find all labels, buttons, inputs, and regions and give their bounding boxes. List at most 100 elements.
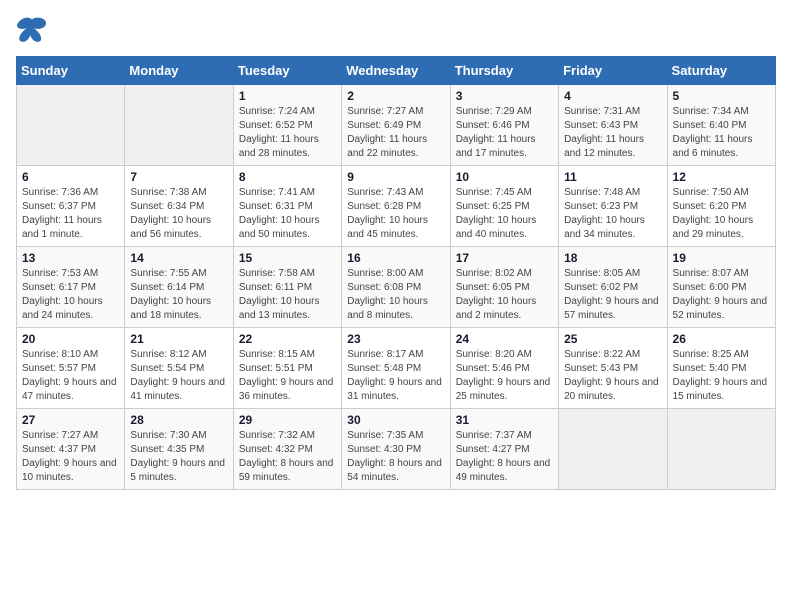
day-header-wednesday: Wednesday	[342, 57, 450, 85]
calendar-body: 1 Sunrise: 7:24 AM Sunset: 6:52 PM Daylig…	[17, 85, 776, 490]
calendar-cell: 20 Sunrise: 8:10 AM Sunset: 5:57 PM Dayli…	[17, 328, 125, 409]
day-number: 31	[456, 413, 553, 427]
calendar-cell	[17, 85, 125, 166]
calendar-cell: 27 Sunrise: 7:27 AM Sunset: 4:37 PM Dayli…	[17, 409, 125, 490]
calendar-cell: 1 Sunrise: 7:24 AM Sunset: 6:52 PM Daylig…	[233, 85, 341, 166]
day-number: 14	[130, 251, 227, 265]
day-info: Sunrise: 8:15 AM Sunset: 5:51 PM Dayligh…	[239, 348, 336, 404]
logo-bird-icon	[16, 16, 48, 44]
week-row-1: 1 Sunrise: 7:24 AM Sunset: 6:52 PM Daylig…	[17, 85, 776, 166]
calendar-cell: 29 Sunrise: 7:32 AM Sunset: 4:32 PM Dayli…	[233, 409, 341, 490]
day-info: Sunrise: 8:05 AM Sunset: 6:02 PM Dayligh…	[564, 267, 661, 323]
day-info: Sunrise: 8:07 AM Sunset: 6:00 PM Dayligh…	[673, 267, 770, 323]
day-number: 27	[22, 413, 119, 427]
calendar-cell: 17Sunrise: 8:02 AM Sunset: 6:05 PM Dayli…	[450, 247, 558, 328]
day-info: Sunrise: 7:27 AM Sunset: 4:37 PM Dayligh…	[22, 429, 119, 485]
day-header-monday: Monday	[125, 57, 233, 85]
day-info: Sunrise: 8:10 AM Sunset: 5:57 PM Dayligh…	[22, 348, 119, 404]
day-header-thursday: Thursday	[450, 57, 558, 85]
day-number: 4	[564, 89, 661, 103]
day-number: 2	[347, 89, 444, 103]
calendar-cell: 12Sunrise: 7:50 AM Sunset: 6:20 PM Dayli…	[667, 166, 775, 247]
calendar-cell: 16 Sunrise: 8:00 AM Sunset: 6:08 PM Dayli…	[342, 247, 450, 328]
day-number: 8	[239, 170, 336, 184]
day-info: Sunrise: 8:02 AM Sunset: 6:05 PM Dayligh…	[456, 267, 553, 323]
day-number: 26	[673, 332, 770, 346]
day-info: Sunrise: 7:35 AM Sunset: 4:30 PM Dayligh…	[347, 429, 444, 485]
day-header-tuesday: Tuesday	[233, 57, 341, 85]
day-number: 7	[130, 170, 227, 184]
day-number: 28	[130, 413, 227, 427]
calendar-cell: 6 Sunrise: 7:36 AM Sunset: 6:37 PM Daylig…	[17, 166, 125, 247]
calendar-cell: 26 Sunrise: 8:25 AM Sunset: 5:40 PM Dayli…	[667, 328, 775, 409]
day-number: 23	[347, 332, 444, 346]
day-number: 25	[564, 332, 661, 346]
day-number: 11	[564, 170, 661, 184]
day-info: Sunrise: 8:25 AM Sunset: 5:40 PM Dayligh…	[673, 348, 770, 404]
day-info: Sunrise: 7:45 AM Sunset: 6:25 PM Dayligh…	[456, 186, 553, 242]
day-number: 24	[456, 332, 553, 346]
calendar-cell: 24 Sunrise: 8:20 AM Sunset: 5:46 PM Dayli…	[450, 328, 558, 409]
day-number: 21	[130, 332, 227, 346]
calendar-cell: 11Sunrise: 7:48 AM Sunset: 6:23 PM Dayli…	[559, 166, 667, 247]
day-number: 22	[239, 332, 336, 346]
day-info: Sunrise: 8:00 AM Sunset: 6:08 PM Dayligh…	[347, 267, 444, 323]
calendar-cell: 23Sunrise: 8:17 AM Sunset: 5:48 PM Dayli…	[342, 328, 450, 409]
calendar-cell: 19 Sunrise: 8:07 AM Sunset: 6:00 PM Dayli…	[667, 247, 775, 328]
week-row-3: 13Sunrise: 7:53 AM Sunset: 6:17 PM Dayli…	[17, 247, 776, 328]
day-info: Sunrise: 7:50 AM Sunset: 6:20 PM Dayligh…	[673, 186, 770, 242]
calendar-cell: 4 Sunrise: 7:31 AM Sunset: 6:43 PM Daylig…	[559, 85, 667, 166]
day-header-saturday: Saturday	[667, 57, 775, 85]
day-info: Sunrise: 7:37 AM Sunset: 4:27 PM Dayligh…	[456, 429, 553, 485]
day-number: 29	[239, 413, 336, 427]
calendar-table: SundayMondayTuesdayWednesdayThursdayFrid…	[16, 56, 776, 490]
day-info: Sunrise: 7:43 AM Sunset: 6:28 PM Dayligh…	[347, 186, 444, 242]
calendar-header: SundayMondayTuesdayWednesdayThursdayFrid…	[17, 57, 776, 85]
week-row-2: 6 Sunrise: 7:36 AM Sunset: 6:37 PM Daylig…	[17, 166, 776, 247]
day-number: 16	[347, 251, 444, 265]
day-number: 3	[456, 89, 553, 103]
calendar-cell: 21 Sunrise: 8:12 AM Sunset: 5:54 PM Dayli…	[125, 328, 233, 409]
day-number: 5	[673, 89, 770, 103]
calendar-cell: 13Sunrise: 7:53 AM Sunset: 6:17 PM Dayli…	[17, 247, 125, 328]
calendar-cell: 18Sunrise: 8:05 AM Sunset: 6:02 PM Dayli…	[559, 247, 667, 328]
day-header-sunday: Sunday	[17, 57, 125, 85]
calendar-cell: 9 Sunrise: 7:43 AM Sunset: 6:28 PM Daylig…	[342, 166, 450, 247]
day-header-friday: Friday	[559, 57, 667, 85]
page-header	[16, 16, 776, 44]
day-info: Sunrise: 7:36 AM Sunset: 6:37 PM Dayligh…	[22, 186, 119, 242]
day-info: Sunrise: 7:30 AM Sunset: 4:35 PM Dayligh…	[130, 429, 227, 485]
calendar-cell: 25 Sunrise: 8:22 AM Sunset: 5:43 PM Dayli…	[559, 328, 667, 409]
calendar-cell: 28 Sunrise: 7:30 AM Sunset: 4:35 PM Dayli…	[125, 409, 233, 490]
day-info: Sunrise: 7:24 AM Sunset: 6:52 PM Dayligh…	[239, 105, 336, 161]
day-number: 9	[347, 170, 444, 184]
day-info: Sunrise: 8:22 AM Sunset: 5:43 PM Dayligh…	[564, 348, 661, 404]
day-number: 30	[347, 413, 444, 427]
calendar-cell: 14Sunrise: 7:55 AM Sunset: 6:14 PM Dayli…	[125, 247, 233, 328]
day-number: 20	[22, 332, 119, 346]
calendar-cell: 7 Sunrise: 7:38 AM Sunset: 6:34 PM Daylig…	[125, 166, 233, 247]
calendar-cell: 31 Sunrise: 7:37 AM Sunset: 4:27 PM Dayli…	[450, 409, 558, 490]
day-info: Sunrise: 7:38 AM Sunset: 6:34 PM Dayligh…	[130, 186, 227, 242]
day-number: 10	[456, 170, 553, 184]
days-of-week-row: SundayMondayTuesdayWednesdayThursdayFrid…	[17, 57, 776, 85]
day-number: 15	[239, 251, 336, 265]
week-row-4: 20 Sunrise: 8:10 AM Sunset: 5:57 PM Dayli…	[17, 328, 776, 409]
day-number: 1	[239, 89, 336, 103]
day-info: Sunrise: 7:41 AM Sunset: 6:31 PM Dayligh…	[239, 186, 336, 242]
calendar-cell: 22 Sunrise: 8:15 AM Sunset: 5:51 PM Dayli…	[233, 328, 341, 409]
calendar-cell: 5Sunrise: 7:34 AM Sunset: 6:40 PM Daylig…	[667, 85, 775, 166]
day-info: Sunrise: 7:58 AM Sunset: 6:11 PM Dayligh…	[239, 267, 336, 323]
day-info: Sunrise: 8:20 AM Sunset: 5:46 PM Dayligh…	[456, 348, 553, 404]
day-info: Sunrise: 7:32 AM Sunset: 4:32 PM Dayligh…	[239, 429, 336, 485]
day-info: Sunrise: 7:31 AM Sunset: 6:43 PM Dayligh…	[564, 105, 661, 161]
calendar-cell: 30 Sunrise: 7:35 AM Sunset: 4:30 PM Dayli…	[342, 409, 450, 490]
day-number: 6	[22, 170, 119, 184]
day-info: Sunrise: 7:53 AM Sunset: 6:17 PM Dayligh…	[22, 267, 119, 323]
day-info: Sunrise: 8:12 AM Sunset: 5:54 PM Dayligh…	[130, 348, 227, 404]
calendar-cell: 8 Sunrise: 7:41 AM Sunset: 6:31 PM Daylig…	[233, 166, 341, 247]
calendar-cell	[667, 409, 775, 490]
calendar-cell	[559, 409, 667, 490]
day-info: Sunrise: 7:27 AM Sunset: 6:49 PM Dayligh…	[347, 105, 444, 161]
day-number: 19	[673, 251, 770, 265]
